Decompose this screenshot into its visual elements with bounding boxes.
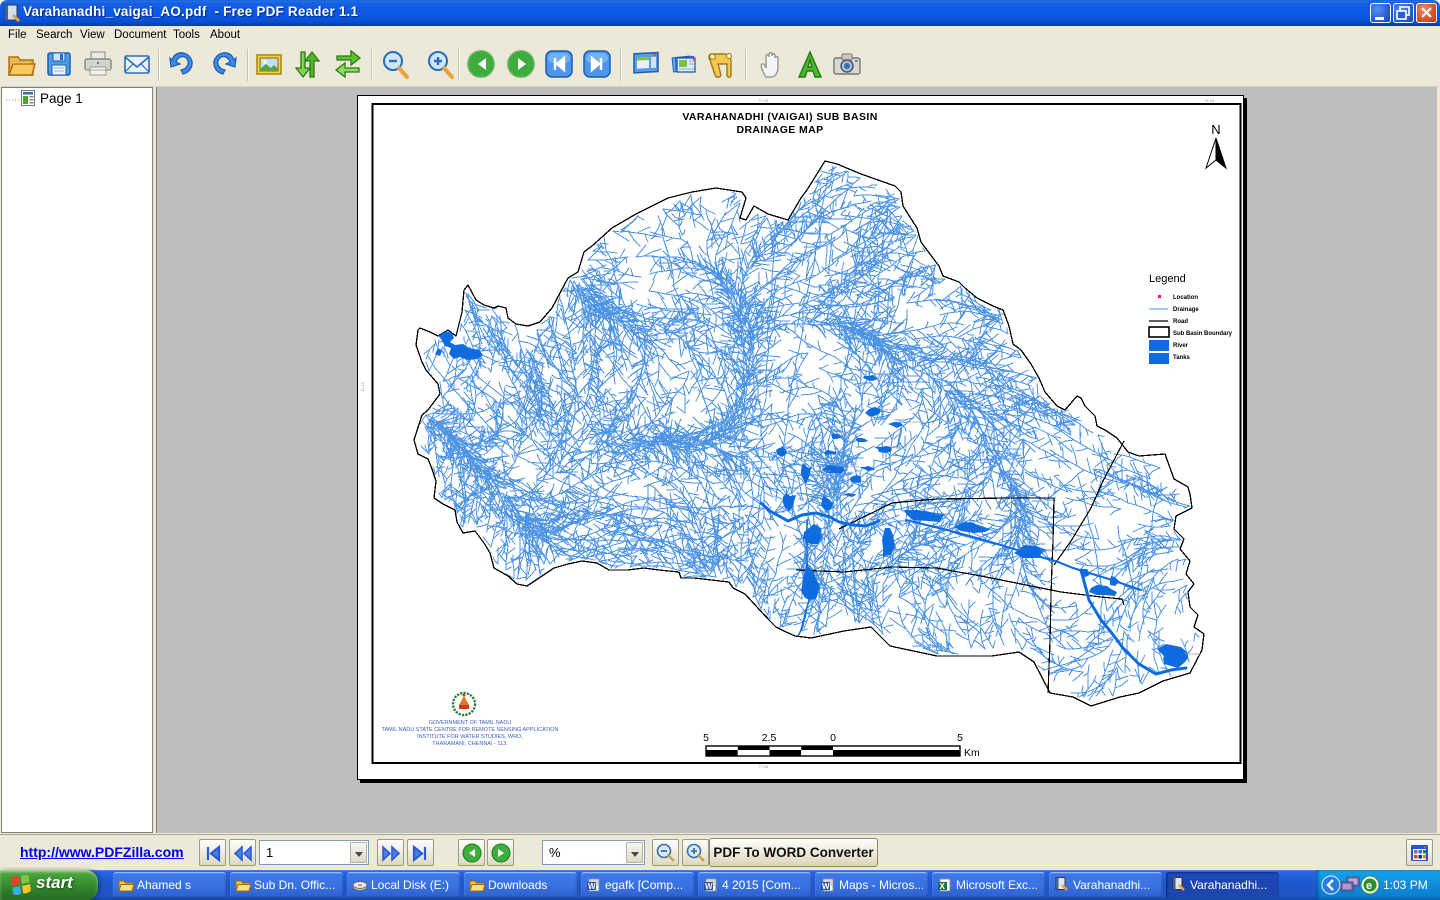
svg-text:5: 5 <box>703 732 709 744</box>
svg-text:77 45: 77 45 <box>758 764 769 769</box>
svg-text:Sub Basin Boundary: Sub Basin Boundary <box>1173 331 1233 337</box>
svg-text:Tank name: Tank name <box>819 532 836 536</box>
svg-text:e: e <box>1366 880 1372 892</box>
svg-text:10 15: 10 15 <box>360 381 365 392</box>
svg-text:River: River <box>1173 343 1189 349</box>
svg-text:Km: Km <box>964 747 980 759</box>
svg-text:Tank name: Tank name <box>842 465 859 469</box>
svg-text:Tank name: Tank name <box>890 445 907 449</box>
svg-text:Tank name: Tank name <box>1040 549 1057 553</box>
svg-text:DRAINAGE MAP: DRAINAGE MAP <box>736 124 823 136</box>
svg-text:0: 0 <box>830 732 836 744</box>
svg-text:INSTITUTE FOR WATER STUDIES, W: INSTITUTE FOR WATER STUDIES, WRO, <box>417 734 523 740</box>
svg-text:Tanks: Tanks <box>1173 355 1191 361</box>
svg-text:77 45: 77 45 <box>758 98 769 103</box>
svg-text:W: W <box>822 882 830 891</box>
svg-text:Tank name: Tank name <box>797 497 814 501</box>
svg-text:Tank name: Tank name <box>789 448 806 452</box>
svg-text:Tank name: Tank name <box>934 512 951 516</box>
svg-text:Tank name: Tank name <box>1184 652 1201 656</box>
svg-text:Drainage: Drainage <box>1173 307 1199 313</box>
svg-text:2.5: 2.5 <box>762 732 777 744</box>
svg-text:VARAHANADHI (VAIGAI) SUB BASIN: VARAHANADHI (VAIGAI) SUB BASIN <box>682 111 877 123</box>
svg-text:Tank name: Tank name <box>894 541 911 545</box>
svg-text:Tank name: Tank name <box>881 408 898 412</box>
svg-text:Tank name: Tank name <box>904 420 921 424</box>
svg-text:W: W <box>705 882 713 891</box>
svg-text:Road: Road <box>1173 319 1188 325</box>
svg-text:THARAMANI, CHENNAI - 113.: THARAMANI, CHENNAI - 113. <box>432 741 508 747</box>
svg-text:78 15: 78 15 <box>1204 98 1215 103</box>
svg-text:Tank name: Tank name <box>879 374 896 378</box>
svg-text:X: X <box>940 882 946 891</box>
svg-text:W: W <box>588 882 596 891</box>
svg-text:GOVERNMENT OF TAMIL NADU: GOVERNMENT OF TAMIL NADU <box>429 720 512 726</box>
svg-text:TAMIL NADU STATE CENTRE FOR RE: TAMIL NADU STATE CENTRE FOR REMOTE SENSI… <box>382 727 559 733</box>
svg-text:N: N <box>1211 122 1220 137</box>
svg-text:5: 5 <box>957 732 963 744</box>
svg-text:Legend: Legend <box>1149 273 1186 285</box>
svg-text:Tank name: Tank name <box>814 469 831 473</box>
svg-text:Tank name: Tank name <box>843 432 860 436</box>
svg-text:Location: Location <box>1173 295 1198 301</box>
